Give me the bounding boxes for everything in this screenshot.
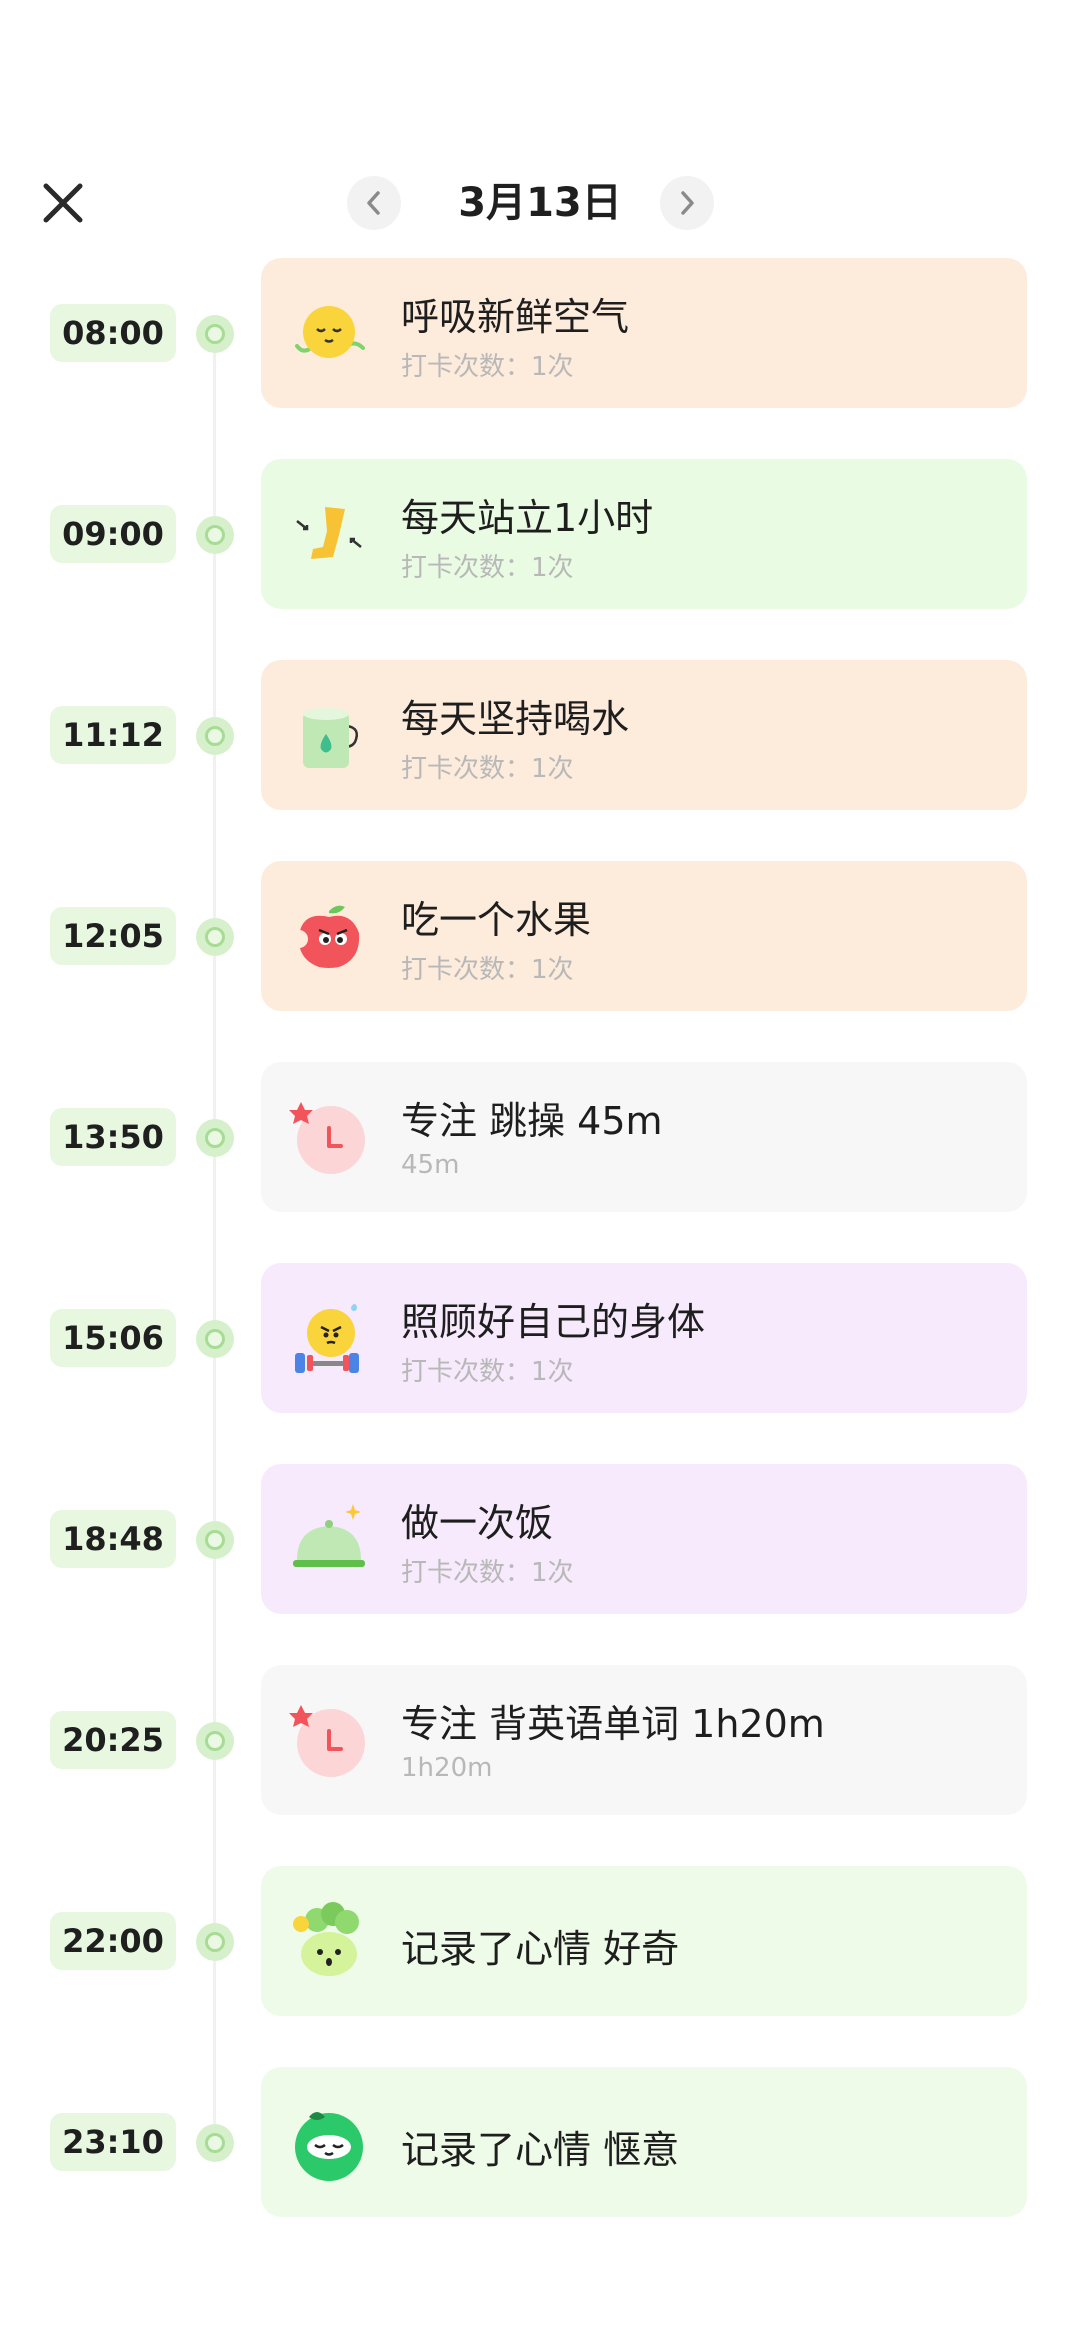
timeline-dot [196,1521,234,1559]
entry-title: 照顾好自己的身体 [401,1300,706,1344]
time-badge: 18:48 [50,1510,176,1568]
entry-card[interactable]: 照顾好自己的身体 打卡次数：1次 [261,1263,1027,1413]
timeline-entry: 20:25 专注 背英语单词 1h20m 1h20m [0,1665,1080,1817]
timeline-entry: 22:00 记录了心情 好奇 [0,1866,1080,2018]
timeline-entry: 15:06 照顾好自己的身体 打卡次数：1次 [0,1263,1080,1415]
entry-card[interactable]: 记录了心情 好奇 [261,1866,1027,2016]
timeline-entry: 12:05 吃一个水果 打卡次数：1次 [0,861,1080,1013]
entry-title: 专注 背英语单词 1h20m [401,1702,825,1746]
focus-clock-icon [289,1705,365,1777]
entry-subtitle: 打卡次数：1次 [401,1558,574,1588]
entry-title: 吃一个水果 [401,898,592,942]
water-cup-icon [303,708,358,768]
entry-title: 记录了心情 好奇 [401,1927,680,1971]
timeline-entry: 09:00 每天站立1小时 打卡次数：1次 [0,459,1080,611]
standing-leg-icon [296,507,362,559]
entry-subtitle: 1h20m [401,1753,493,1783]
chevron-left-icon [367,191,380,215]
timeline-dot [196,2124,234,2162]
next-day-button[interactable] [660,176,714,230]
entry-card[interactable]: 每天坚持喝水 打卡次数：1次 [261,660,1027,810]
entry-subtitle: 打卡次数：1次 [401,754,574,784]
header: 3月13日 [0,160,1080,244]
focus-clock-icon [289,1102,365,1174]
entry-title: 专注 跳操 45m [401,1099,663,1143]
entry-card[interactable]: 每天站立1小时 打卡次数：1次 [261,459,1027,609]
timeline-entry: 08:00 呼吸新鲜空气 打卡次数：1次 [0,258,1080,410]
timeline-entry: 23:10 记录了心情 惬意 [0,2067,1080,2219]
chevron-right-icon [681,191,694,215]
food-cloche-icon [293,1504,365,1567]
timeline-dot [196,918,234,956]
entry-subtitle: 打卡次数：1次 [401,553,574,583]
entry-title: 每天坚持喝水 [401,697,630,741]
timeline-entry: 18:48 做一次饭 打卡次数：1次 [0,1464,1080,1616]
entry-subtitle: 打卡次数：1次 [401,352,574,382]
time-badge: 20:25 [50,1711,176,1769]
entry-title: 每天站立1小时 [401,496,654,540]
time-badge: 12:05 [50,907,176,965]
timeline-dot [196,315,234,353]
time-badge: 08:00 [50,304,176,362]
entry-subtitle: 打卡次数：1次 [401,955,574,985]
entry-card[interactable]: 呼吸新鲜空气 打卡次数：1次 [261,258,1027,408]
time-badge: 23:10 [50,2113,176,2171]
prev-day-button[interactable] [347,176,401,230]
entry-card[interactable]: 吃一个水果 打卡次数：1次 [261,861,1027,1011]
time-badge: 11:12 [50,706,176,764]
timeline-entry: 13:50 专注 跳操 45m 45m [0,1062,1080,1214]
timeline-dot [196,1119,234,1157]
timeline-dot [196,1923,234,1961]
sun-face-icon [295,306,365,358]
timeline-entry: 11:12 每天坚持喝水 打卡次数：1次 [0,660,1080,812]
timeline-dot [196,717,234,755]
entry-title: 做一次饭 [401,1501,554,1545]
entry-card[interactable]: 做一次饭 打卡次数：1次 [261,1464,1027,1614]
time-badge: 22:00 [50,1912,176,1970]
curious-mood-icon [293,1902,359,1976]
timeline-dot [196,516,234,554]
entry-title: 呼吸新鲜空气 [401,295,630,339]
date-title: 3月13日 [458,180,622,226]
timeline-dot [196,1722,234,1760]
time-badge: 15:06 [50,1309,176,1367]
timeline-dot [196,1320,234,1358]
dumbbell-face-icon [295,1304,359,1373]
entry-subtitle: 45m [401,1150,460,1180]
apple-icon [290,905,360,968]
relaxed-mood-icon [295,2112,363,2181]
entry-card[interactable]: 专注 背英语单词 1h20m 1h20m [261,1665,1027,1815]
entry-title: 记录了心情 惬意 [401,2128,680,2172]
time-badge: 13:50 [50,1108,176,1166]
time-badge: 09:00 [50,505,176,563]
entry-card[interactable]: 专注 跳操 45m 45m [261,1062,1027,1212]
close-icon[interactable] [40,180,86,226]
entry-card[interactable]: 记录了心情 惬意 [261,2067,1027,2217]
entry-subtitle: 打卡次数：1次 [401,1357,574,1387]
